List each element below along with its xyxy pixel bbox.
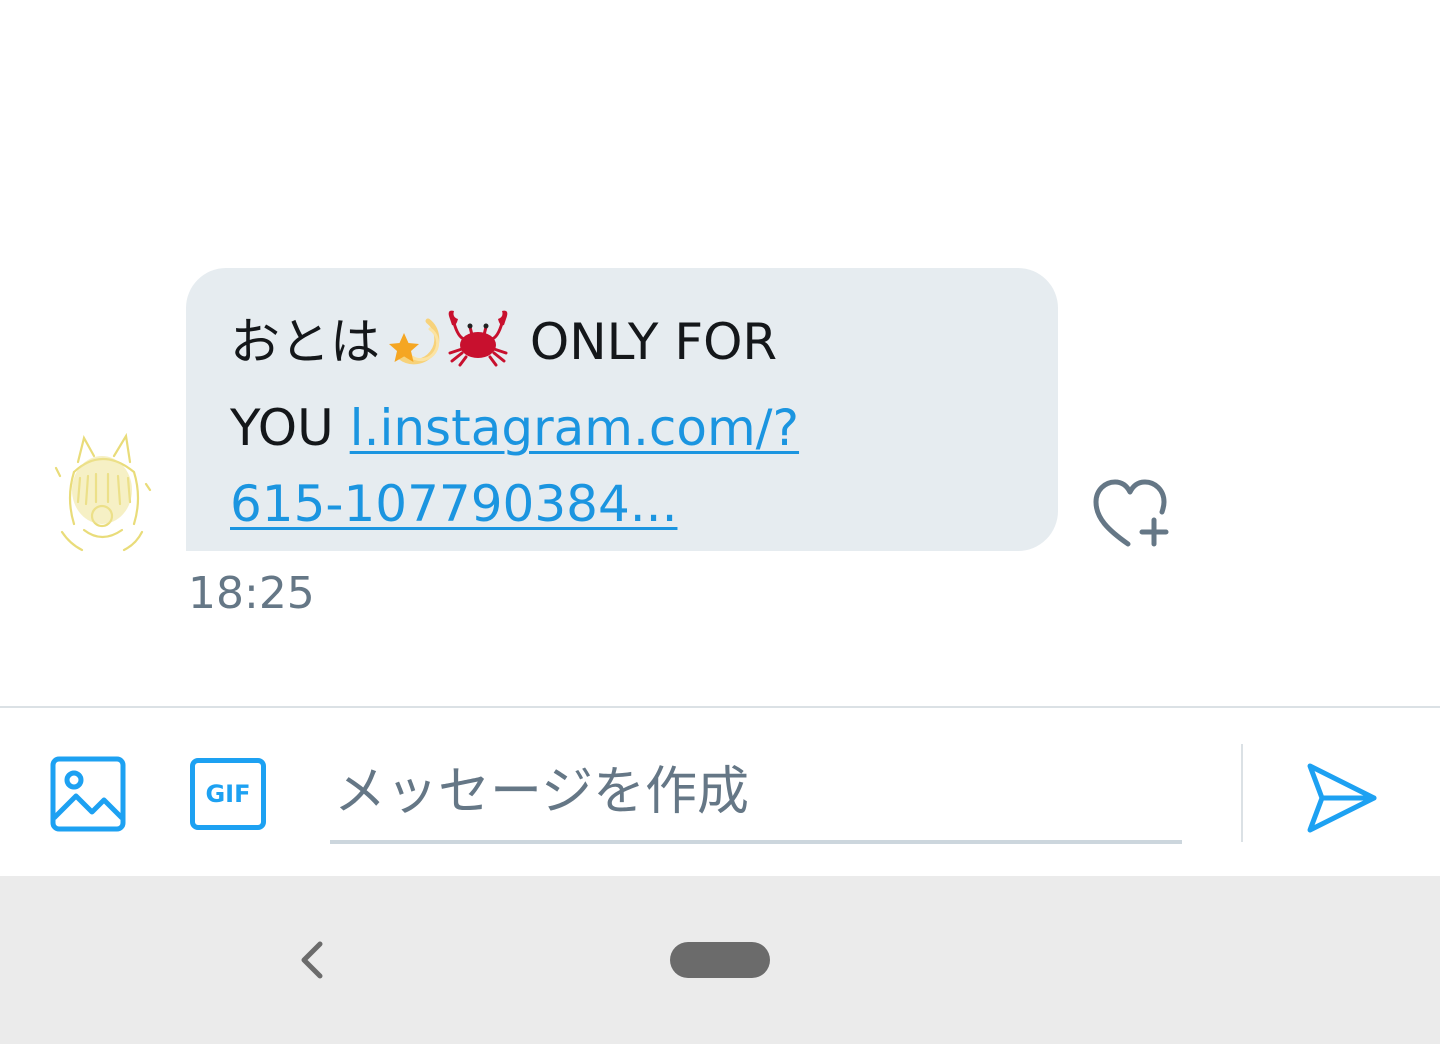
message-bubble[interactable]: おとは ONLY FOR YOU l.instagram.com/? 615-1… [186, 268, 1058, 551]
message-line-3: 615-107790384... [230, 466, 1018, 542]
message-text-you: YOU [230, 399, 334, 457]
message-composer: GIF [0, 706, 1440, 876]
message-text-name: おとは [230, 313, 380, 371]
send-icon[interactable] [1304, 760, 1378, 834]
image-icon[interactable] [50, 756, 126, 832]
chevron-left-icon[interactable] [292, 938, 332, 982]
message-list[interactable]: おとは ONLY FOR YOU l.instagram.com/? 615-1… [0, 0, 1440, 706]
home-pill-icon[interactable] [670, 942, 770, 978]
dm-conversation-screen: おとは ONLY FOR YOU l.instagram.com/? 615-1… [0, 0, 1440, 1044]
heart-plus-icon[interactable] [1092, 476, 1174, 550]
crab-emoji [442, 307, 514, 390]
gif-button[interactable]: GIF [190, 758, 266, 830]
message-line-1: おとは ONLY FOR [230, 304, 1018, 390]
message-timestamp: 18:25 [188, 568, 315, 619]
dizzy-star-emoji [380, 307, 442, 390]
sender-avatar[interactable] [50, 432, 154, 552]
message-link-part1[interactable]: l.instagram.com/? [350, 399, 799, 457]
message-link-part2[interactable]: 615-107790384... [230, 475, 677, 533]
message-text-suffix: ONLY FOR [529, 313, 778, 371]
message-line-2: YOU l.instagram.com/? [230, 390, 1018, 466]
composer-divider [1241, 744, 1243, 842]
message-input[interactable] [330, 744, 1182, 844]
system-navigation-bar [0, 876, 1440, 1044]
